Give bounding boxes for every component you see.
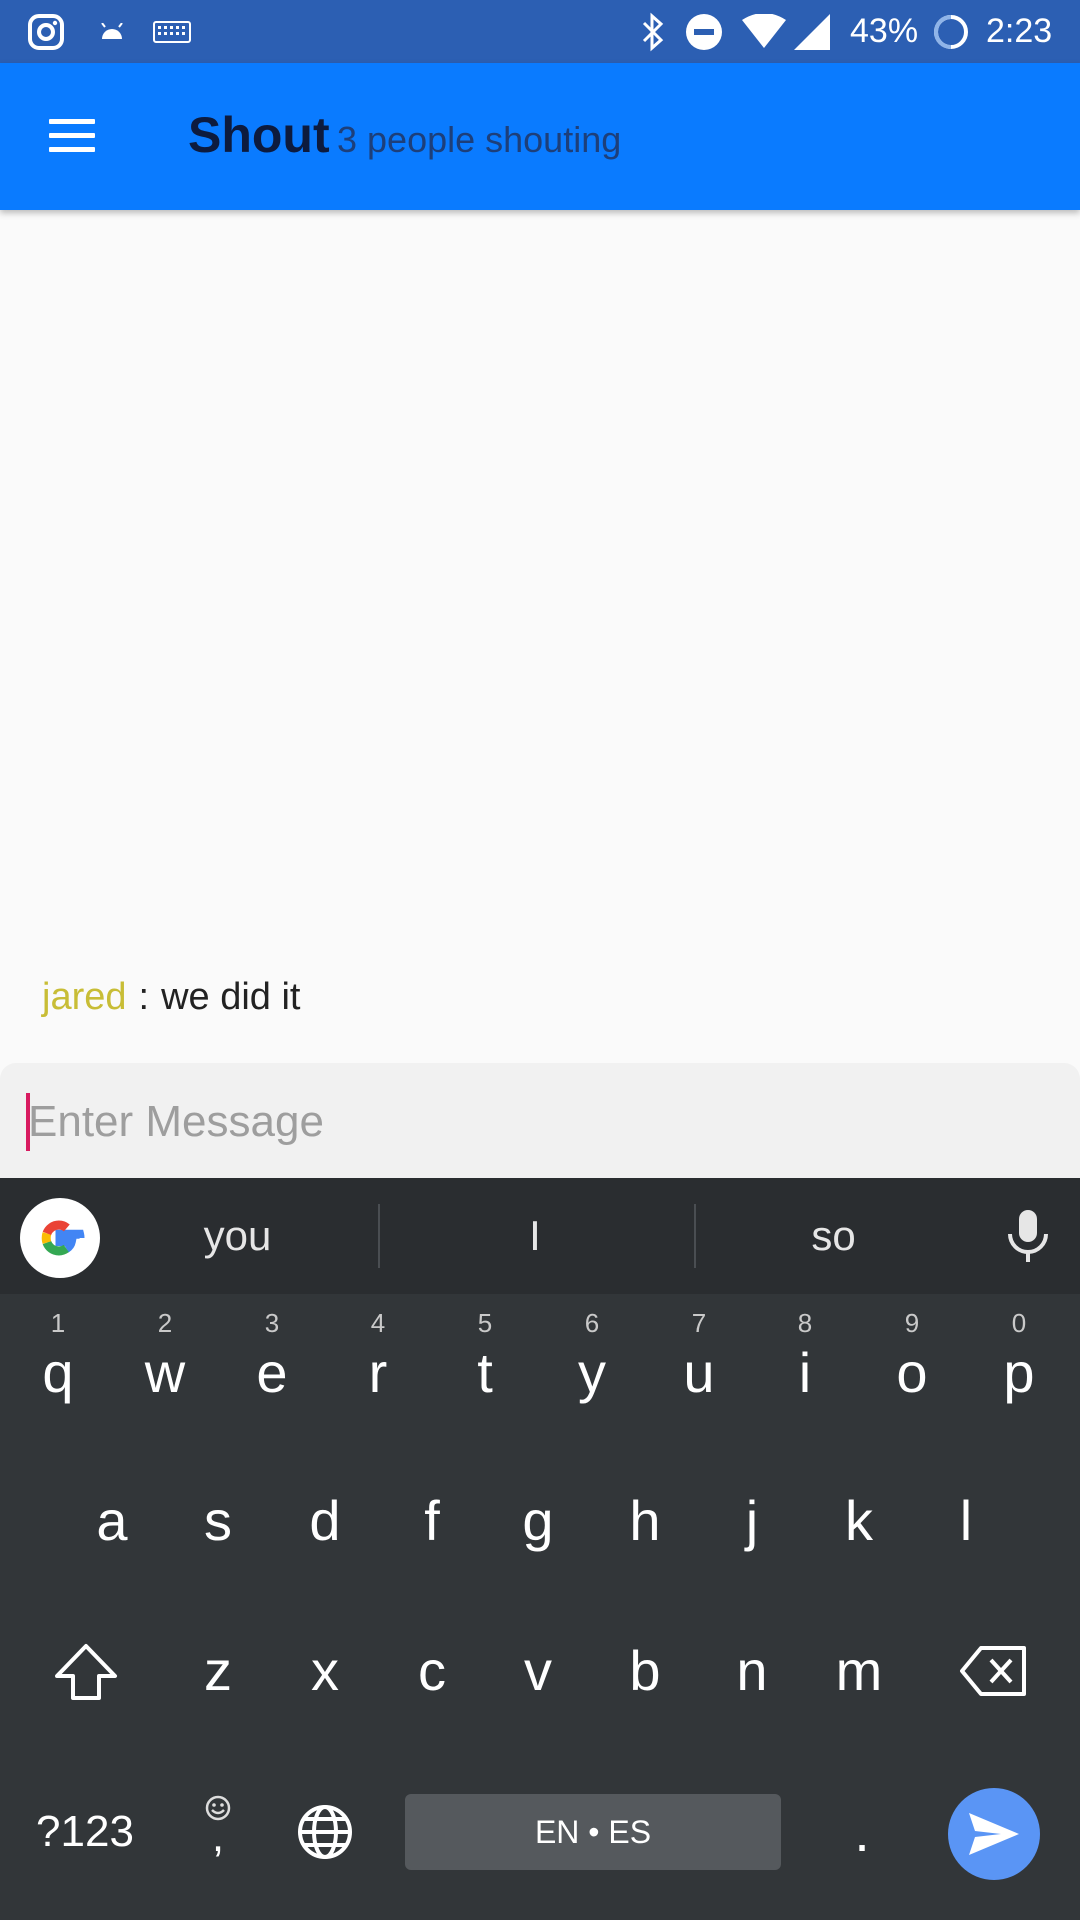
key-c[interactable]: c: [406, 1634, 458, 1708]
suggestion-1[interactable]: you: [140, 1178, 335, 1294]
key-j[interactable]: j: [726, 1484, 778, 1558]
battery-percent: 43%: [850, 12, 919, 50]
message-separator: :: [138, 976, 150, 1018]
key-z[interactable]: z: [192, 1634, 244, 1708]
cell-signal-icon: [792, 0, 832, 63]
key-w[interactable]: 2w: [143, 1308, 187, 1410]
android-icon: [98, 0, 126, 63]
key-l[interactable]: l: [940, 1484, 992, 1558]
menu-button[interactable]: [45, 113, 101, 159]
message-input[interactable]: Enter Message: [0, 1063, 1080, 1178]
key-o[interactable]: 9o: [890, 1308, 934, 1410]
symbols-key[interactable]: ?123: [20, 1794, 150, 1870]
message-text: we did it: [161, 976, 301, 1018]
do-not-disturb-icon: [684, 0, 724, 63]
spacebar[interactable]: EN • ES: [405, 1794, 781, 1870]
microphone-icon[interactable]: [1005, 1208, 1051, 1269]
google-icon[interactable]: [20, 1198, 100, 1278]
key-d[interactable]: d: [299, 1484, 351, 1558]
key-s[interactable]: s: [192, 1484, 244, 1558]
keyboard: you I so 1q 2w 3e 4r 5t 6y 7u 8i 9o 0p a…: [0, 1178, 1080, 1920]
wifi-icon: [740, 0, 788, 63]
suggestion-divider: [378, 1204, 380, 1268]
key-u[interactable]: 7u: [677, 1308, 721, 1410]
key-t[interactable]: 5t: [463, 1308, 507, 1410]
backspace-key[interactable]: [956, 1634, 1032, 1708]
key-i[interactable]: 8i: [783, 1308, 827, 1410]
suggestion-bar: you I so: [0, 1178, 1080, 1294]
key-n[interactable]: n: [726, 1634, 778, 1708]
key-v[interactable]: v: [512, 1634, 564, 1708]
period-key[interactable]: .: [836, 1794, 888, 1870]
clock: 2:23: [986, 12, 1053, 50]
key-k[interactable]: k: [833, 1484, 885, 1558]
key-h[interactable]: h: [619, 1484, 671, 1558]
list-item: jared: we did it: [42, 972, 300, 1022]
status-bar: 43% 2:23: [0, 0, 1080, 63]
key-b[interactable]: b: [619, 1634, 671, 1708]
key-m[interactable]: m: [826, 1634, 892, 1708]
bluetooth-icon: [638, 0, 668, 63]
instagram-icon: [26, 0, 66, 63]
suggestion-2[interactable]: I: [400, 1178, 670, 1294]
send-button[interactable]: [948, 1788, 1040, 1880]
app-bar: Shout 3 people shouting: [0, 63, 1080, 210]
page-subtitle: 3 people shouting: [337, 119, 622, 160]
key-p[interactable]: 0p: [997, 1308, 1041, 1410]
key-e[interactable]: 3e: [250, 1308, 294, 1410]
key-q[interactable]: 1q: [36, 1308, 80, 1410]
send-icon: [969, 1813, 1019, 1855]
key-y[interactable]: 6y: [570, 1308, 614, 1410]
message-username: jared: [42, 976, 127, 1018]
emoji-comma-key[interactable]: ,: [194, 1788, 242, 1878]
page-title: Shout: [188, 107, 330, 163]
message-list[interactable]: jared: we did it: [0, 210, 1080, 1063]
globe-icon: [298, 1805, 352, 1859]
suggestion-3[interactable]: so: [716, 1178, 951, 1294]
battery-icon: [932, 0, 970, 63]
key-x[interactable]: x: [299, 1634, 351, 1708]
message-input-placeholder: Enter Message: [28, 1097, 324, 1146]
key-a[interactable]: a: [86, 1484, 138, 1558]
key-f[interactable]: f: [406, 1484, 458, 1558]
language-key[interactable]: [294, 1794, 356, 1870]
menu-icon: [49, 119, 95, 124]
key-r[interactable]: 4r: [356, 1308, 400, 1410]
suggestion-divider: [694, 1204, 696, 1268]
key-g[interactable]: g: [512, 1484, 564, 1558]
keyboard-icon: [152, 0, 192, 63]
shift-key[interactable]: [48, 1634, 124, 1708]
